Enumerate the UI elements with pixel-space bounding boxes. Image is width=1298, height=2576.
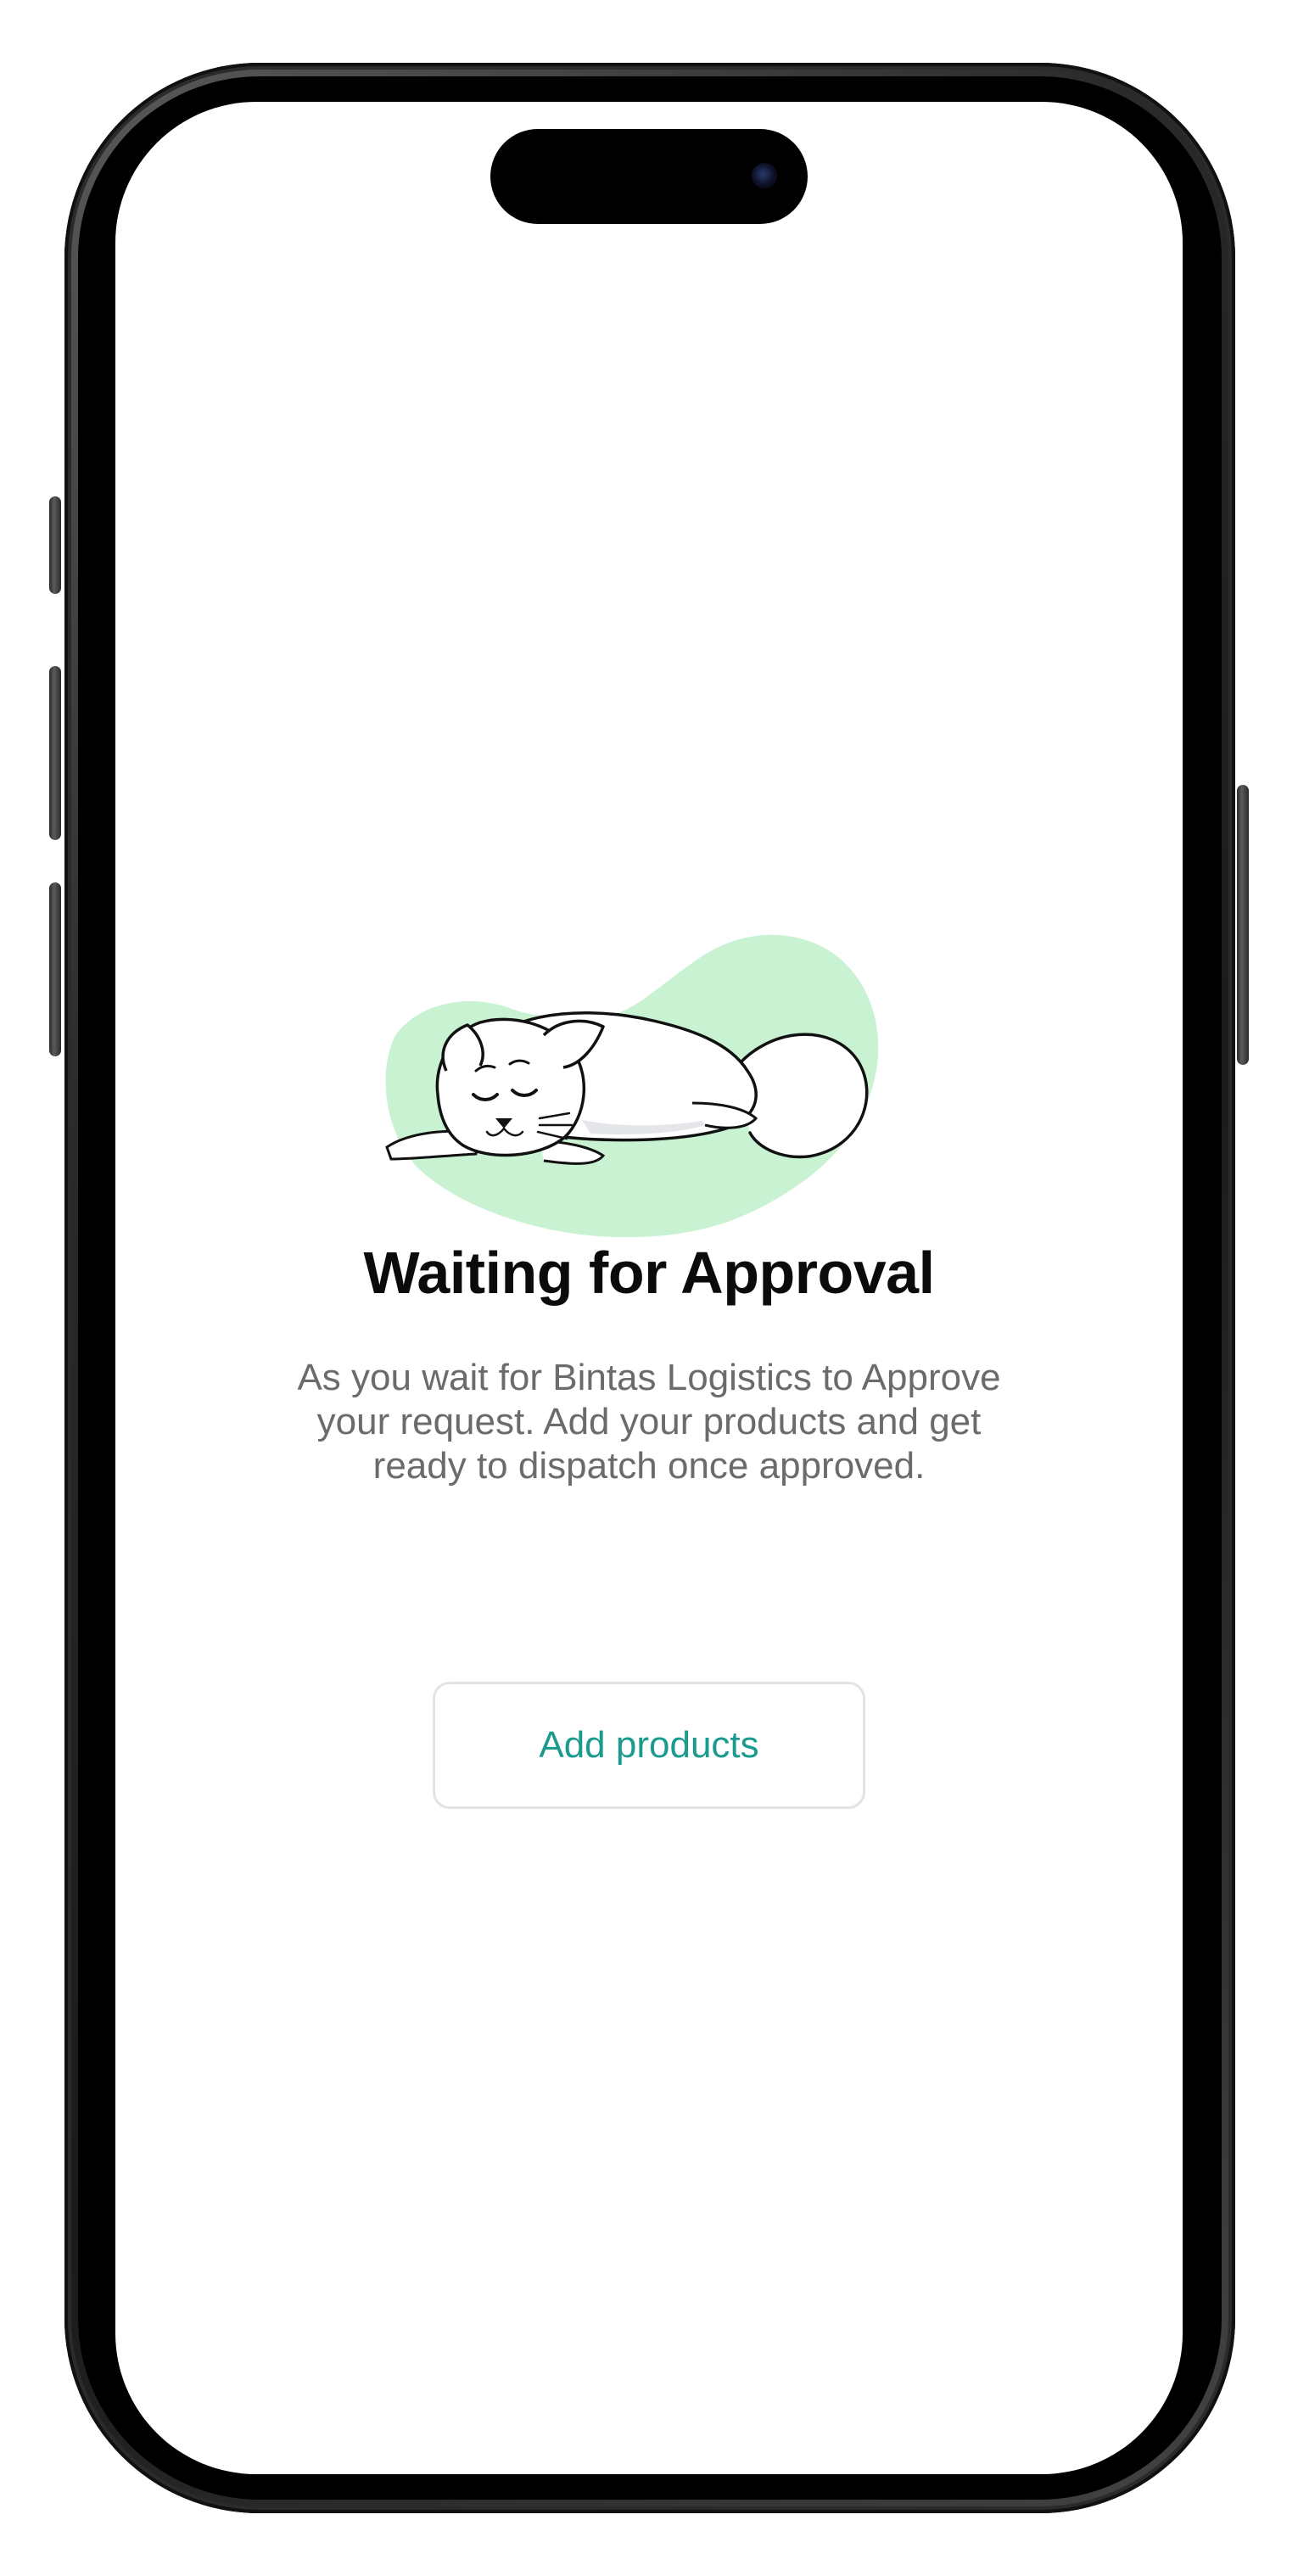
add-products-button-label: Add products <box>539 1724 759 1766</box>
waiting-approval-view: Waiting for Approval As you wait for Bin… <box>115 102 1183 2474</box>
add-products-button[interactable]: Add products <box>433 1682 865 1809</box>
volume-down-button <box>49 882 61 1056</box>
approval-description: As you wait for Bintas Logistics to Appr… <box>297 1357 1001 1487</box>
volume-up-button <box>49 666 61 840</box>
page-title: Waiting for Approval <box>363 1240 935 1306</box>
silent-switch <box>49 496 61 594</box>
sleeping-cat-illustration <box>385 934 879 1238</box>
power-button <box>1237 785 1249 1065</box>
